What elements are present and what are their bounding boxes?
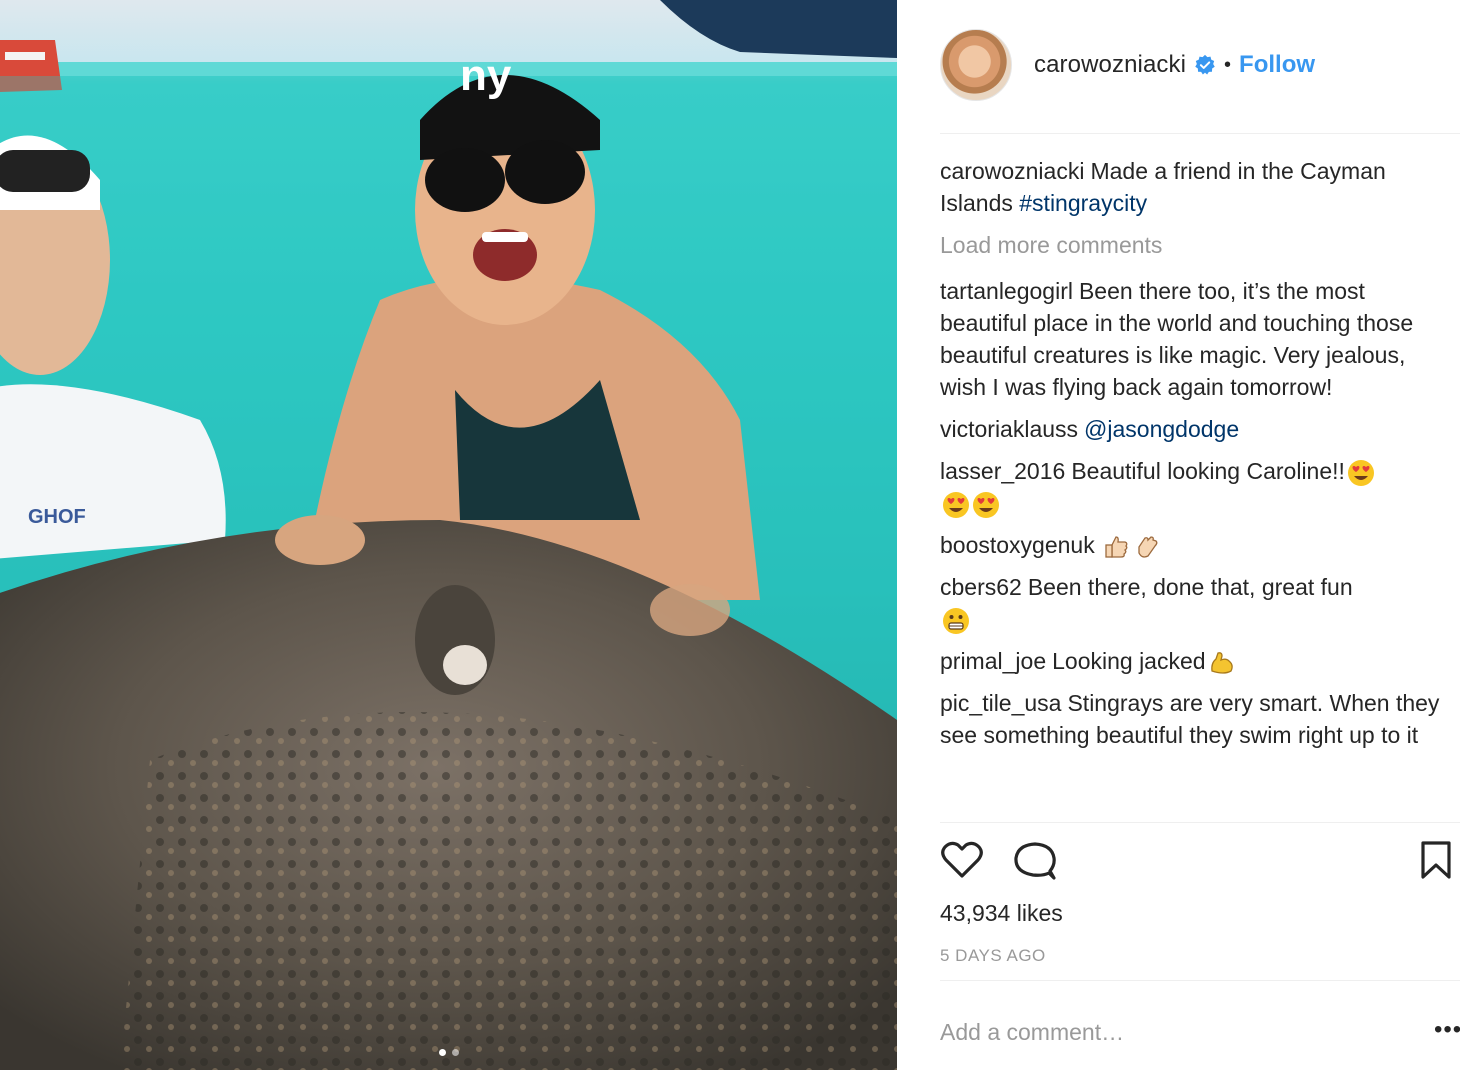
comment-username[interactable]: pic_tile_usa	[940, 690, 1061, 716]
comment-item: tartanlegogirl Been there too, it’s the m…	[940, 275, 1440, 403]
header-username[interactable]: carowozniacki	[1034, 51, 1186, 79]
bookmark-icon[interactable]	[1420, 840, 1452, 880]
svg-text:GHOF: GHOF	[28, 506, 86, 528]
stingray-photo-illustration: GHOF ny	[0, 0, 897, 1070]
comment-item: pic_tile_usa Stingrays are very smart. Wh…	[940, 687, 1440, 751]
comment-item: primal_joe Looking jacked	[940, 645, 1440, 677]
heart-icon[interactable]	[940, 840, 984, 880]
avatar[interactable]	[940, 29, 1012, 101]
clap-emoji	[1138, 536, 1158, 558]
comment-username[interactable]: tartanlegogirl	[940, 278, 1073, 304]
carousel-dot[interactable]	[451, 1049, 459, 1056]
comment-text: Looking jacked	[1052, 648, 1206, 674]
post-header: carowozniacki • Follow	[940, 29, 1460, 101]
comment-username[interactable]: victoriaklauss	[940, 416, 1078, 442]
post-timestamp[interactable]: 5 DAYS AGO	[940, 946, 1046, 966]
load-more-comments-button[interactable]: Load more comments	[940, 229, 1440, 261]
comment-username[interactable]: lasser_2016	[940, 458, 1065, 484]
comments-list[interactable]: carowozniacki Made a friend in the Cayman…	[940, 155, 1440, 820]
comment-text: Beautiful looking Caroline!!	[1071, 458, 1345, 484]
svg-text:ny: ny	[460, 51, 512, 100]
carousel-dot-active[interactable]	[438, 1049, 446, 1056]
post-sidebar: carowozniacki • Follow carowozniacki Made…	[897, 0, 1460, 1070]
add-comment-input[interactable]	[940, 1014, 1410, 1050]
carousel-indicator	[0, 1049, 897, 1056]
post-actions	[940, 840, 1452, 884]
comment-username[interactable]: boostoxygenuk	[940, 532, 1095, 558]
comment-username[interactable]: primal_joe	[940, 648, 1046, 674]
actions-divider	[940, 822, 1460, 823]
comment-mention[interactable]: @jasongdodge	[1084, 416, 1239, 442]
follow-button[interactable]: Follow	[1239, 51, 1315, 79]
comment-item: victoriaklauss @jasongdodge	[940, 413, 1440, 445]
header-divider	[940, 133, 1460, 134]
flexed-biceps-emoji	[1210, 652, 1233, 674]
verified-badge-icon	[1195, 54, 1215, 75]
comment-text: Been there, done that, great fun	[1027, 574, 1353, 600]
comment-item: boostoxygenuk	[940, 529, 1440, 561]
comment-box-divider	[940, 980, 1460, 981]
caption-username[interactable]: carowozniacki	[940, 158, 1084, 184]
heart-eyes-emoji	[973, 491, 999, 518]
likes-count[interactable]: 43,934 likes	[940, 900, 1063, 927]
thumbs-up-emoji	[1105, 536, 1128, 558]
caption-hashtag[interactable]: #stingraycity	[1019, 190, 1147, 216]
more-options-button[interactable]: •••	[1434, 1018, 1460, 1042]
comment-icon[interactable]	[1013, 840, 1057, 882]
heart-eyes-emoji	[943, 491, 969, 518]
heart-eyes-emoji	[1347, 459, 1374, 486]
comment-item: lasser_2016 Beautiful looking Caroline!!	[940, 455, 1440, 519]
comment-item: cbers62 Been there, done that, great fun	[940, 571, 1440, 635]
caption: carowozniacki Made a friend in the Cayman…	[940, 155, 1440, 219]
grimace-emoji	[943, 607, 969, 634]
comment-username[interactable]: cbers62	[940, 574, 1022, 600]
header-separator: •	[1224, 53, 1232, 76]
post-photo[interactable]: GHOF ny	[0, 0, 897, 1070]
